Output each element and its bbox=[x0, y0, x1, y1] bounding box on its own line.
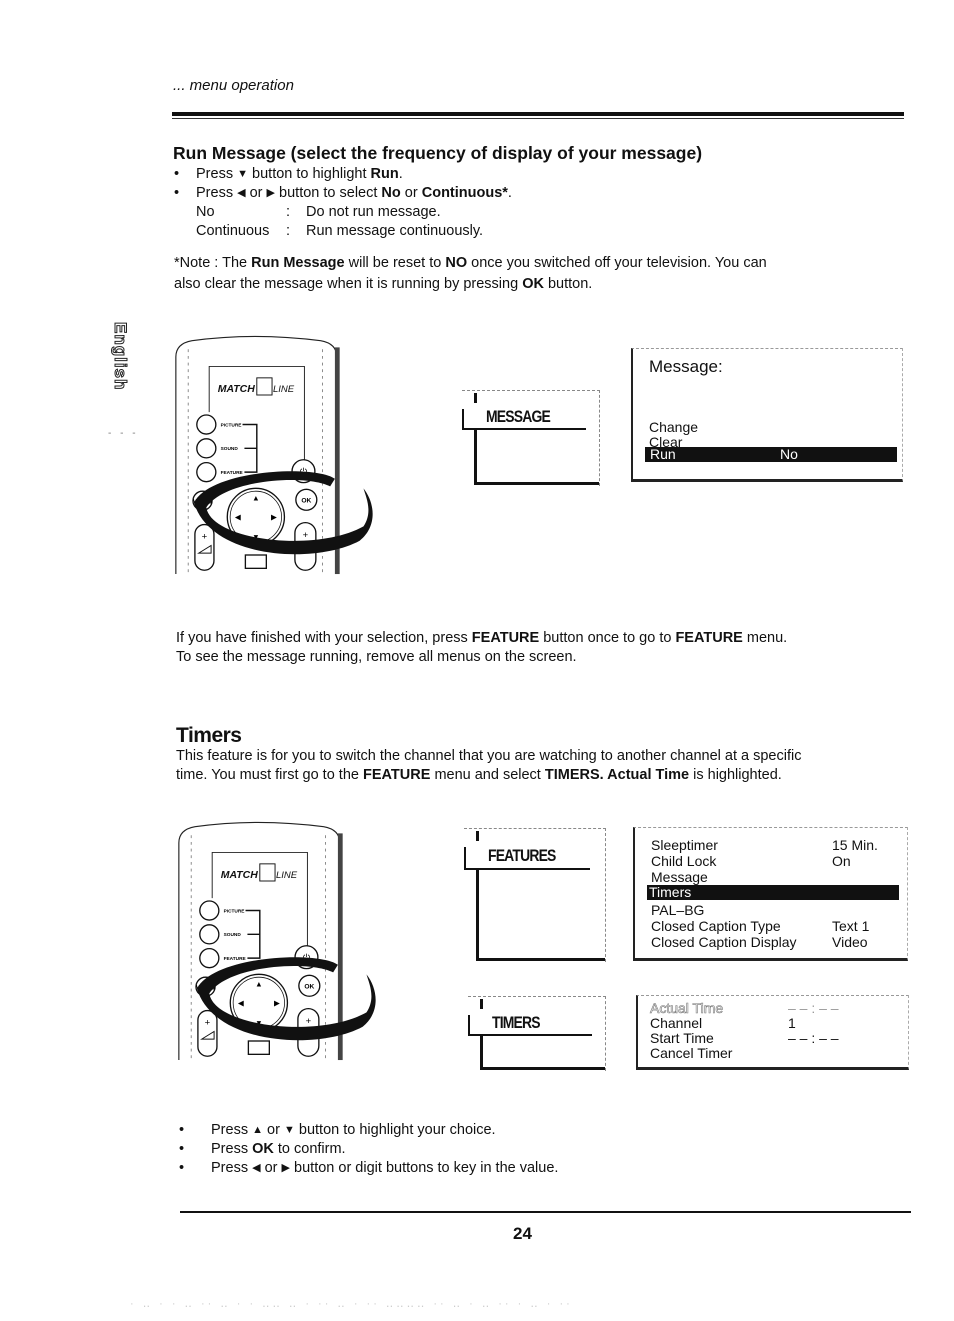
triangle-up-icon: ▲ bbox=[252, 1124, 263, 1136]
instruction-item: • Press ▲ or ▼ button to highlight your c… bbox=[179, 1122, 496, 1138]
run-message-note: *Note : The Run Message will be reset to… bbox=[174, 255, 767, 292]
language-tab-english: English bbox=[111, 322, 131, 391]
sidebar-dots: - - - bbox=[108, 428, 139, 439]
nav-right-icon: ▶ bbox=[274, 999, 280, 1008]
menu-item-pal-bg[interactable]: PAL–BG bbox=[651, 902, 704, 918]
remote-control-illustration: MATCH LINE PICTURE SOUND FEATURE ⏻ VIDEO… bbox=[176, 816, 376, 1066]
nav-left-icon: ◀ bbox=[235, 513, 241, 522]
bullet-item: • Press ▼ button to highlight Run. bbox=[174, 166, 403, 182]
timers-heading: Timers bbox=[176, 724, 242, 747]
svg-text:OK: OK bbox=[304, 984, 314, 991]
svg-text:FEATURE: FEATURE bbox=[221, 470, 243, 476]
triangle-right-icon: ▶ bbox=[281, 1162, 291, 1174]
header-rule-thick bbox=[172, 112, 904, 116]
message-tab-label: MESSAGE bbox=[486, 407, 551, 426]
definition-continuous: Continuous: Run message continuously. bbox=[196, 223, 484, 239]
timers-osd-panel: Actual Time – – : – – Channel 1 Start Ti… bbox=[636, 995, 909, 1070]
section-title: ... menu operation bbox=[173, 77, 294, 94]
nav-up-icon: ▲ bbox=[255, 980, 263, 989]
features-osd-panel: Sleeptimer 15 Min. Child Lock On Message… bbox=[633, 827, 908, 961]
footer-rule bbox=[180, 1211, 911, 1213]
run-message-bullets: • Press ▼ button to highlight Run. • Press… bbox=[174, 165, 512, 241]
triangle-down-icon: ▼ bbox=[283, 1124, 295, 1136]
timers-paragraph: This feature is for you to switch the ch… bbox=[176, 748, 802, 783]
after-selection-paragraph: If you have finished with your selection… bbox=[176, 630, 788, 665]
bullet-item: • Press ◀ or ▶ button to select No or Con… bbox=[174, 185, 512, 201]
nav-left-icon: ◀ bbox=[238, 999, 244, 1008]
menu-item-message[interactable]: Message bbox=[651, 869, 708, 885]
instruction-item: • Press OK to confirm. bbox=[179, 1141, 346, 1157]
menu-item-timers-highlighted[interactable]: Timers bbox=[647, 884, 899, 900]
svg-text:+: + bbox=[205, 1018, 211, 1029]
menu-item-actual-time[interactable]: Actual Time bbox=[650, 1000, 724, 1017]
message-menu-tab[interactable]: MESSAGE bbox=[462, 390, 600, 486]
message-osd-title: Message: bbox=[649, 357, 723, 376]
timers-tab-label: TIMERS bbox=[492, 1013, 541, 1032]
svg-text:FEATURE: FEATURE bbox=[224, 956, 246, 962]
svg-text:+: + bbox=[202, 532, 208, 543]
triangle-right-icon: ▶ bbox=[266, 187, 276, 199]
menu-item-channel[interactable]: Channel bbox=[650, 1015, 702, 1031]
page-number: 24 bbox=[513, 1224, 532, 1243]
run-message-heading: Run Message (select the frequency of dis… bbox=[173, 143, 703, 163]
features-tab-label: FEATURES bbox=[488, 846, 556, 865]
triangle-left-icon: ◀ bbox=[237, 187, 246, 199]
menu-item-run-highlighted[interactable]: Run No bbox=[645, 446, 897, 462]
features-menu-tab[interactable]: FEATURES bbox=[464, 828, 606, 962]
menu-item-change[interactable]: Change bbox=[649, 419, 698, 435]
remote-brand: MATCH bbox=[221, 870, 258, 881]
svg-text:+: + bbox=[303, 530, 309, 541]
instruction-item: • Press ◀ or ▶ button or digit buttons to… bbox=[179, 1160, 559, 1176]
nav-right-icon: ▶ bbox=[271, 513, 277, 522]
timers-menu-tab[interactable]: TIMERS bbox=[468, 996, 606, 1071]
header-rule-thin bbox=[172, 118, 904, 119]
message-osd-panel: Message: Change Clear Run No bbox=[631, 348, 903, 482]
scan-noise: · ‥ · · ‥ ·· ‥ · · ‥‥ ‥ · ·· ‥ · ·· ‥‥‥‥… bbox=[130, 1298, 573, 1310]
svg-text:SOUND: SOUND bbox=[221, 446, 239, 452]
svg-text:OK: OK bbox=[301, 498, 311, 505]
remote-control-illustration: MATCH LINE PICTURE SOUND FEATURE ⏻ VIDEO… bbox=[173, 330, 373, 580]
svg-text:LINE: LINE bbox=[276, 870, 298, 881]
svg-text:PICTURE: PICTURE bbox=[224, 908, 245, 914]
menu-item-start-time[interactable]: Start Time bbox=[650, 1030, 714, 1046]
menu-item-closed-caption-type[interactable]: Closed Caption Type bbox=[651, 918, 781, 934]
svg-text:LINE: LINE bbox=[273, 384, 295, 395]
triangle-down-icon: ▼ bbox=[237, 168, 248, 180]
timers-instructions: • Press ▲ or ▼ button to highlight your c… bbox=[179, 1121, 558, 1178]
remote-brand: MATCH bbox=[218, 384, 255, 395]
menu-item-child-lock[interactable]: Child Lock bbox=[651, 853, 716, 869]
definition-no: No: Do not run message. bbox=[196, 204, 441, 220]
svg-text:+: + bbox=[306, 1016, 312, 1027]
triangle-left-icon: ◀ bbox=[252, 1162, 261, 1174]
svg-text:SOUND: SOUND bbox=[224, 932, 242, 938]
menu-item-sleeptimer[interactable]: Sleeptimer bbox=[651, 837, 718, 853]
run-value: No bbox=[780, 446, 798, 462]
menu-item-cancel-timer[interactable]: Cancel Timer bbox=[650, 1045, 732, 1061]
nav-up-icon: ▲ bbox=[252, 494, 260, 503]
menu-item-closed-caption-display[interactable]: Closed Caption Display bbox=[651, 934, 797, 950]
svg-text:PICTURE: PICTURE bbox=[221, 422, 242, 428]
